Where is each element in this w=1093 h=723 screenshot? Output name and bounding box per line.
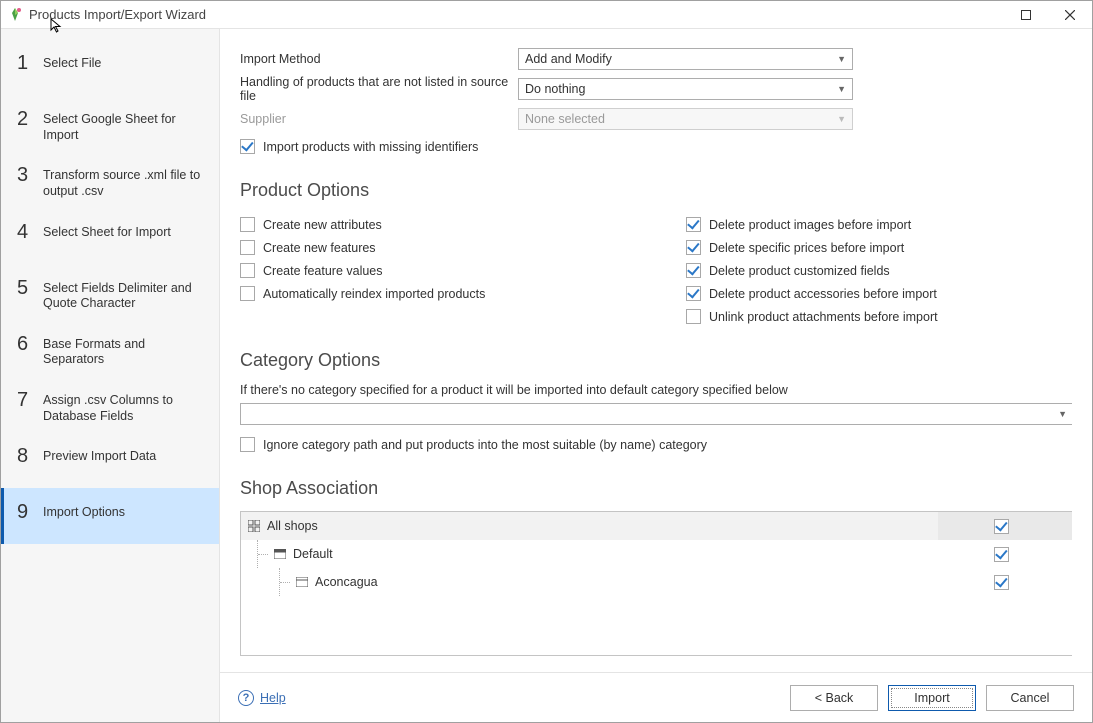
- content-pane: Import Method Add and Modify ▼ Handling …: [220, 29, 1092, 722]
- delete-prices-checkbox[interactable]: [686, 240, 701, 255]
- back-button[interactable]: < Back: [790, 685, 878, 711]
- folder-icon: [273, 547, 287, 561]
- chevron-down-icon: ▼: [837, 54, 846, 64]
- import-method-label: Import Method: [240, 52, 518, 66]
- import-missing-label: Import products with missing identifiers: [263, 140, 478, 154]
- close-button[interactable]: [1048, 1, 1092, 29]
- import-method-select[interactable]: Add and Modify ▼: [518, 48, 853, 70]
- step-7[interactable]: 7 Assign .csv Columns to Database Fields: [1, 376, 219, 432]
- window-title: Products Import/Export Wizard: [29, 7, 1004, 22]
- ignore-category-label: Ignore category path and put products in…: [263, 438, 707, 452]
- ignore-category-path-checkbox[interactable]: [240, 437, 255, 452]
- shop-association-heading: Shop Association: [240, 478, 1072, 499]
- shop-default-checkbox[interactable]: [994, 547, 1009, 562]
- create-feature-values-checkbox[interactable]: [240, 263, 255, 278]
- step-6[interactable]: 6 Base Formats and Separators: [1, 320, 219, 376]
- help-link[interactable]: ? Help: [238, 690, 286, 706]
- delete-custom-fields-checkbox[interactable]: [686, 263, 701, 278]
- shop-row-default[interactable]: Default: [241, 540, 1072, 568]
- delete-accessories-checkbox[interactable]: [686, 286, 701, 301]
- app-icon: [7, 7, 23, 23]
- shop-all-checkbox[interactable]: [994, 519, 1009, 534]
- shop-row-aconcagua[interactable]: Aconcagua: [241, 568, 1072, 596]
- import-missing-checkbox[interactable]: [240, 139, 255, 154]
- grid-icon: [247, 519, 261, 533]
- step-1[interactable]: 1 Select File: [1, 39, 219, 95]
- wizard-steps-sidebar: 1 Select File 2 Select Google Sheet for …: [1, 29, 220, 722]
- category-options-heading: Category Options: [240, 350, 1072, 371]
- wizard-footer: ? Help < Back Import Cancel: [220, 672, 1092, 722]
- step-9[interactable]: 9 Import Options: [1, 488, 219, 544]
- window-icon: [295, 575, 309, 589]
- step-3[interactable]: 3 Transform source .xml file to output .…: [1, 151, 219, 207]
- cancel-button[interactable]: Cancel: [986, 685, 1074, 711]
- handling-label: Handling of products that are not listed…: [240, 75, 518, 103]
- titlebar: Products Import/Export Wizard: [1, 1, 1092, 29]
- create-attributes-checkbox[interactable]: [240, 217, 255, 232]
- chevron-down-icon: ▼: [1058, 409, 1067, 419]
- supplier-select: None selected ▼: [518, 108, 853, 130]
- shop-association-table: All shops Default: [240, 511, 1072, 656]
- category-note: If there's no category specified for a p…: [240, 383, 1072, 397]
- default-category-select[interactable]: ▼: [240, 403, 1072, 425]
- step-4[interactable]: 4 Select Sheet for Import: [1, 208, 219, 264]
- create-features-checkbox[interactable]: [240, 240, 255, 255]
- import-button[interactable]: Import: [888, 685, 976, 711]
- delete-images-checkbox[interactable]: [686, 217, 701, 232]
- unlink-attachments-checkbox[interactable]: [686, 309, 701, 324]
- handling-select[interactable]: Do nothing ▼: [518, 78, 853, 100]
- supplier-label: Supplier: [240, 112, 518, 126]
- wizard-window: Products Import/Export Wizard 1 Select F…: [0, 0, 1093, 723]
- chevron-down-icon: ▼: [837, 114, 846, 124]
- step-2[interactable]: 2 Select Google Sheet for Import: [1, 95, 219, 151]
- step-5[interactable]: 5 Select Fields Delimiter and Quote Char…: [1, 264, 219, 320]
- chevron-down-icon: ▼: [837, 84, 846, 94]
- help-icon: ?: [238, 690, 254, 706]
- shop-row-all[interactable]: All shops: [241, 512, 1072, 540]
- maximize-button[interactable]: [1004, 1, 1048, 29]
- auto-reindex-checkbox[interactable]: [240, 286, 255, 301]
- step-8[interactable]: 8 Preview Import Data: [1, 432, 219, 488]
- shop-aconcagua-checkbox[interactable]: [994, 575, 1009, 590]
- product-options-heading: Product Options: [240, 180, 1072, 201]
